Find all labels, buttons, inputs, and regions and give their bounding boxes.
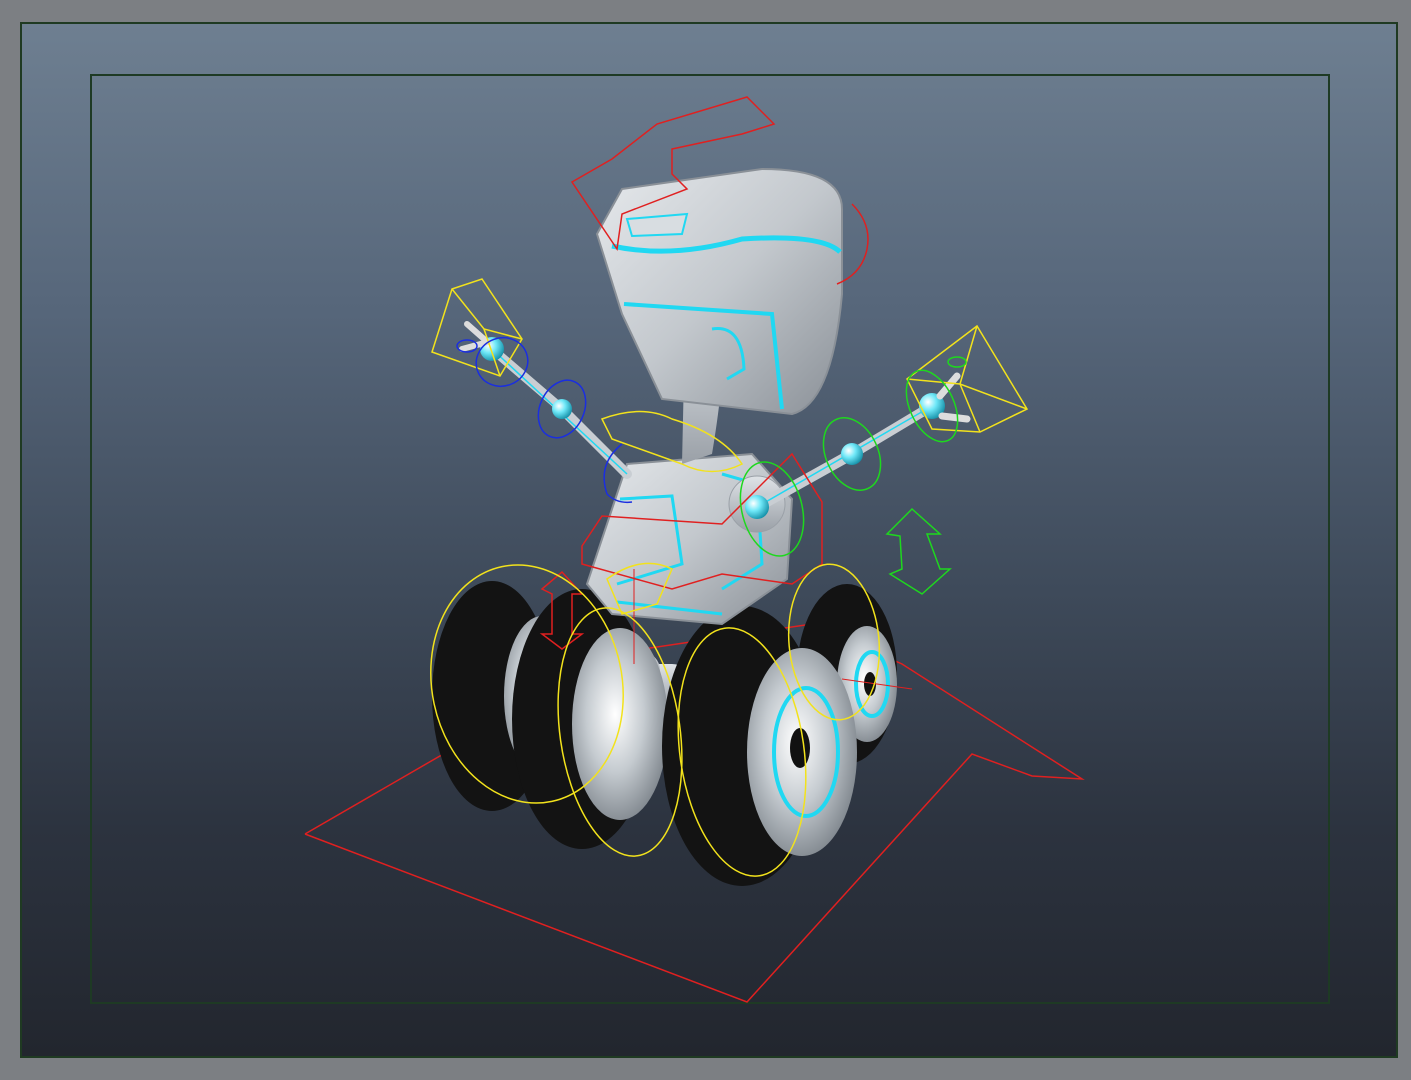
right-finger-ctrl	[947, 356, 967, 368]
wheel-front-left	[512, 589, 668, 849]
robot-torso	[585, 452, 794, 626]
robot-arm-left	[459, 321, 632, 479]
left-hand-ctrl[interactable]	[431, 278, 523, 377]
robot-head	[595, 167, 843, 416]
height-arrow-ctrl[interactable]	[885, 507, 952, 595]
robot-rig-scene[interactable]	[22, 24, 1398, 1058]
maya-viewport[interactable]	[20, 22, 1398, 1058]
